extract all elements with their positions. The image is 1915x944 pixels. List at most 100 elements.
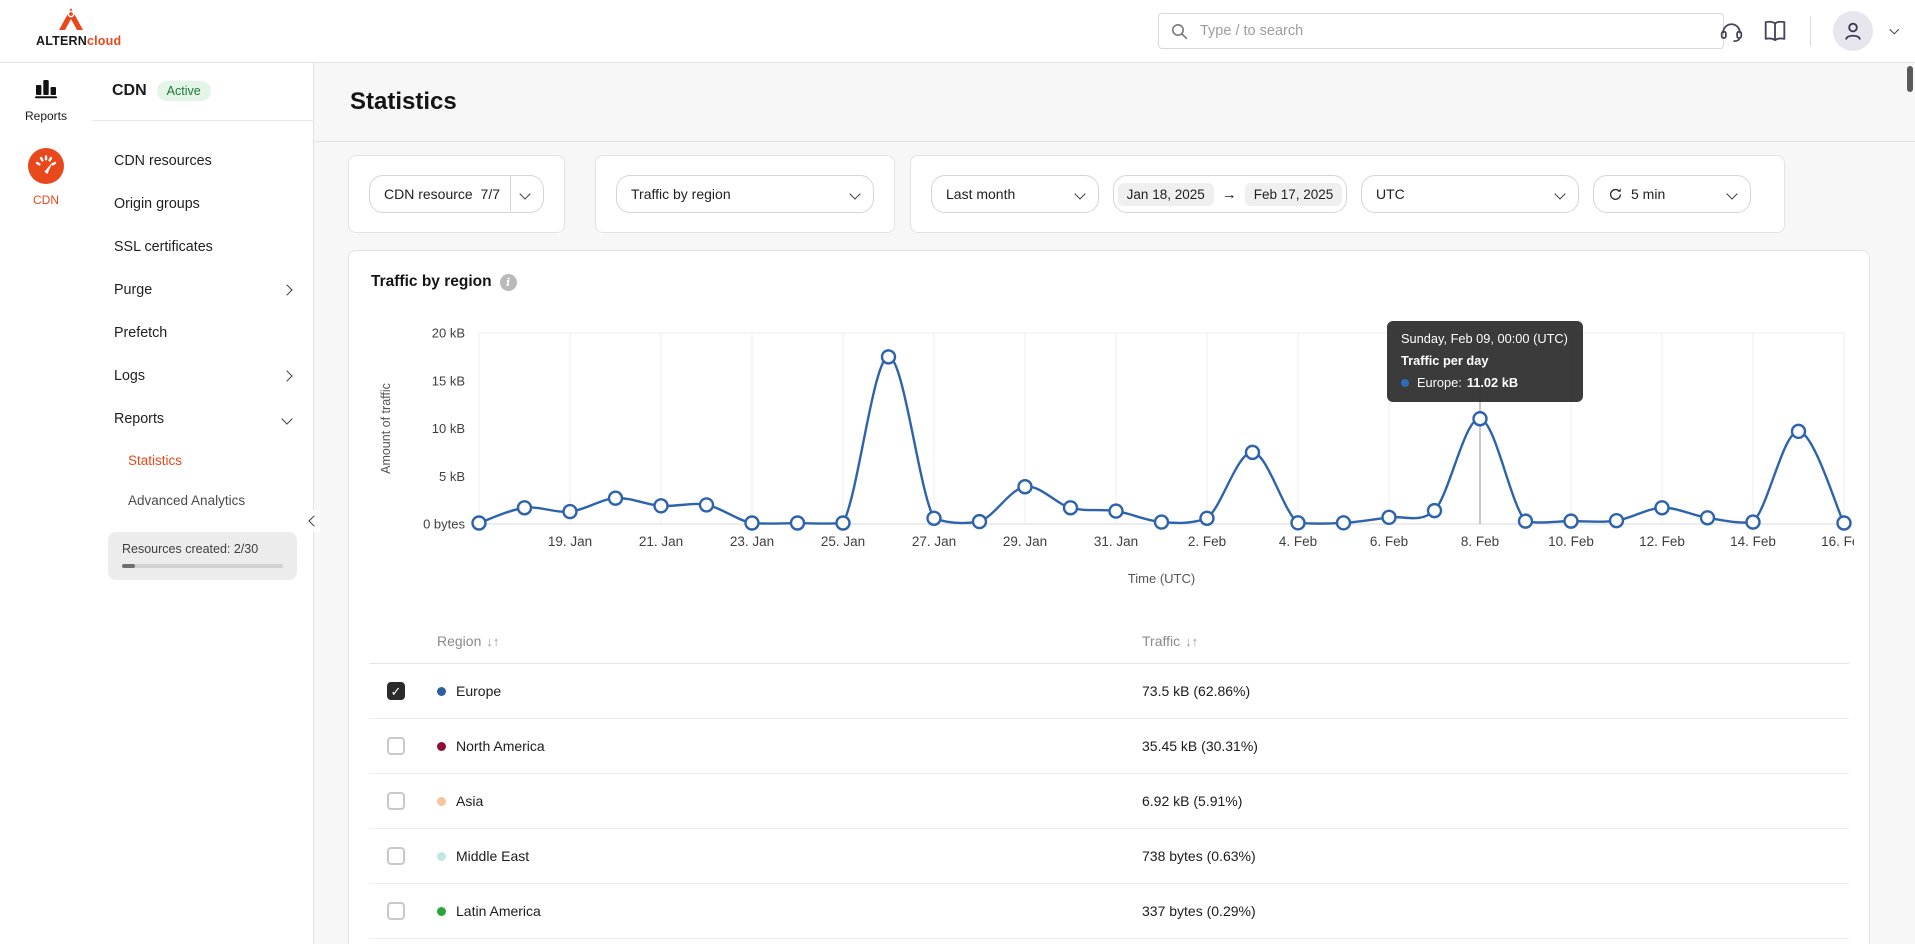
chart-point[interactable] bbox=[1153, 514, 1170, 530]
timezone-select[interactable]: UTC bbox=[1361, 175, 1579, 213]
chart-point[interactable] bbox=[1335, 515, 1352, 531]
filter-bar: CDN resource 7/7 Traffic by region Last … bbox=[348, 155, 1871, 233]
cdn-resource-select[interactable]: CDN resource 7/7 bbox=[369, 175, 544, 213]
region-checkbox[interactable] bbox=[387, 792, 405, 810]
chart-title: Traffic by region i bbox=[371, 273, 517, 291]
sidebar-item-logs[interactable]: Logs bbox=[92, 354, 313, 397]
column-header-traffic[interactable]: Traffic ↓↑ bbox=[1142, 633, 1198, 649]
header-divider bbox=[1809, 16, 1811, 46]
chart-point[interactable] bbox=[1836, 515, 1852, 531]
sidebar-subitem-statistics[interactable]: Statistics bbox=[92, 440, 313, 480]
chart-point[interactable] bbox=[1108, 503, 1124, 519]
global-search[interactable] bbox=[1158, 13, 1724, 49]
period-select[interactable]: Last month bbox=[931, 175, 1099, 213]
region-checkbox[interactable]: ✓ bbox=[387, 682, 405, 700]
user-avatar[interactable] bbox=[1832, 11, 1873, 51]
sidebar-item-prefetch[interactable]: Prefetch bbox=[92, 311, 313, 354]
date-to-field[interactable]: Feb 17, 2025 bbox=[1244, 182, 1343, 206]
sidebar-item-cdn-resources[interactable]: CDN resources bbox=[92, 139, 313, 182]
date-from-field[interactable]: Jan 18, 2025 bbox=[1117, 182, 1214, 206]
metric-select[interactable]: Traffic by region bbox=[616, 175, 874, 213]
chevron-left-icon bbox=[308, 515, 320, 527]
refresh-icon bbox=[1609, 188, 1622, 200]
search-icon bbox=[1172, 23, 1188, 39]
rail-item-reports[interactable]: Reports bbox=[0, 62, 92, 123]
chart-point[interactable] bbox=[789, 515, 806, 531]
brand-logo[interactable]: ALTERNcloud bbox=[36, 6, 121, 50]
chart-point[interactable] bbox=[1608, 512, 1625, 529]
chart-point[interactable] bbox=[1472, 411, 1488, 427]
chart-point[interactable] bbox=[516, 500, 533, 516]
svg-text:25. Jan: 25. Jan bbox=[821, 534, 865, 549]
period-value: Last month bbox=[946, 186, 1016, 202]
chart-point[interactable] bbox=[1790, 423, 1807, 440]
traffic-value: 35.45 kB (30.31%) bbox=[1142, 738, 1258, 754]
info-icon[interactable]: i bbox=[499, 273, 517, 291]
chart-point[interactable] bbox=[1199, 510, 1215, 526]
cdn-resource-label: CDN resource bbox=[384, 186, 473, 202]
chevron-down-icon bbox=[1554, 188, 1566, 200]
chart-point[interactable] bbox=[1745, 514, 1761, 530]
traffic-value: 738 bytes (0.63%) bbox=[1142, 848, 1256, 864]
chart-point[interactable] bbox=[971, 513, 988, 530]
chart-point[interactable] bbox=[607, 490, 624, 506]
cdn-sidebar: CDN Active CDN resources Origin groups S… bbox=[92, 62, 320, 944]
sidebar-item-reports[interactable]: Reports bbox=[92, 397, 313, 440]
region-checkbox[interactable] bbox=[387, 847, 405, 865]
chart-point[interactable] bbox=[1017, 479, 1033, 495]
chart-point[interactable] bbox=[1290, 515, 1306, 531]
sidebar-item-ssl-certificates[interactable]: SSL certificates bbox=[92, 225, 313, 268]
sidebar-item-origin-groups[interactable]: Origin groups bbox=[92, 182, 313, 225]
chart-point[interactable] bbox=[1426, 502, 1443, 519]
support-headset-icon[interactable] bbox=[1719, 19, 1744, 44]
chart-point[interactable] bbox=[562, 503, 578, 520]
chart-point[interactable] bbox=[1654, 500, 1670, 516]
icon-rail: Reports CDN bbox=[0, 62, 93, 944]
svg-text:2. Feb: 2. Feb bbox=[1188, 534, 1226, 549]
account-menu-chevron-icon[interactable] bbox=[1889, 24, 1899, 34]
region-label: Latin America bbox=[456, 903, 541, 919]
tooltip-series-value: 11.02 kB bbox=[1466, 375, 1519, 390]
traffic-chart[interactable]: 19. Jan 21. Jan 23. Jan 25. Jan 27. Jan 29. J… bbox=[374, 321, 1854, 591]
vertical-scrollbar[interactable] bbox=[1907, 66, 1913, 92]
rail-item-cdn[interactable]: CDN bbox=[0, 123, 92, 207]
docs-book-icon[interactable] bbox=[1762, 19, 1788, 43]
svg-text:10 kB: 10 kB bbox=[432, 421, 465, 436]
chart-point[interactable] bbox=[926, 510, 942, 526]
region-checkbox[interactable] bbox=[387, 737, 405, 755]
chart-point[interactable] bbox=[835, 515, 851, 531]
chart-point[interactable] bbox=[1062, 500, 1079, 516]
chart-point[interactable] bbox=[1563, 513, 1579, 529]
chart-point[interactable] bbox=[1699, 510, 1716, 526]
chart-point[interactable] bbox=[880, 349, 897, 365]
chart-point[interactable] bbox=[1244, 444, 1261, 461]
chart-point[interactable] bbox=[471, 515, 487, 531]
search-input[interactable] bbox=[1198, 22, 1711, 40]
sidebar-subitem-advanced-analytics[interactable]: Advanced Analytics bbox=[92, 480, 313, 520]
chart-point[interactable] bbox=[698, 497, 715, 513]
metric-value: Traffic by region bbox=[631, 186, 731, 202]
chart-point[interactable] bbox=[1517, 513, 1534, 529]
region-dot bbox=[437, 851, 446, 861]
control-divider bbox=[510, 176, 511, 212]
refresh-interval-select[interactable]: 5 min bbox=[1593, 175, 1751, 213]
chart-point[interactable] bbox=[744, 515, 760, 531]
svg-text:31. Jan: 31. Jan bbox=[1094, 534, 1138, 549]
chart-point[interactable] bbox=[1381, 509, 1397, 526]
region-label: Europe bbox=[456, 683, 502, 699]
resources-quota-text: Resources created: 2/30 bbox=[122, 542, 259, 556]
tooltip-date: Sunday, Feb 09, 00:00 (UTC) bbox=[1401, 331, 1568, 346]
page-title: Statistics bbox=[350, 87, 457, 115]
svg-text:19. Jan: 19. Jan bbox=[548, 534, 592, 549]
svg-text:15 kB: 15 kB bbox=[432, 373, 465, 388]
sort-icon: ↓↑ bbox=[486, 634, 500, 649]
rail-reports-label: Reports bbox=[24, 109, 68, 123]
sidebar-item-purge[interactable]: Purge bbox=[92, 268, 313, 311]
table-row: ✓ Europe 73.5 kB (62.86%) bbox=[369, 664, 1849, 719]
region-checkbox[interactable] bbox=[387, 902, 405, 920]
chart-point[interactable] bbox=[653, 498, 669, 514]
chevron-down-icon bbox=[519, 188, 531, 200]
sidebar-collapse-button[interactable] bbox=[308, 510, 320, 532]
svg-text:21. Jan: 21. Jan bbox=[639, 534, 683, 549]
column-header-region[interactable]: Region ↓↑ bbox=[437, 633, 1142, 649]
